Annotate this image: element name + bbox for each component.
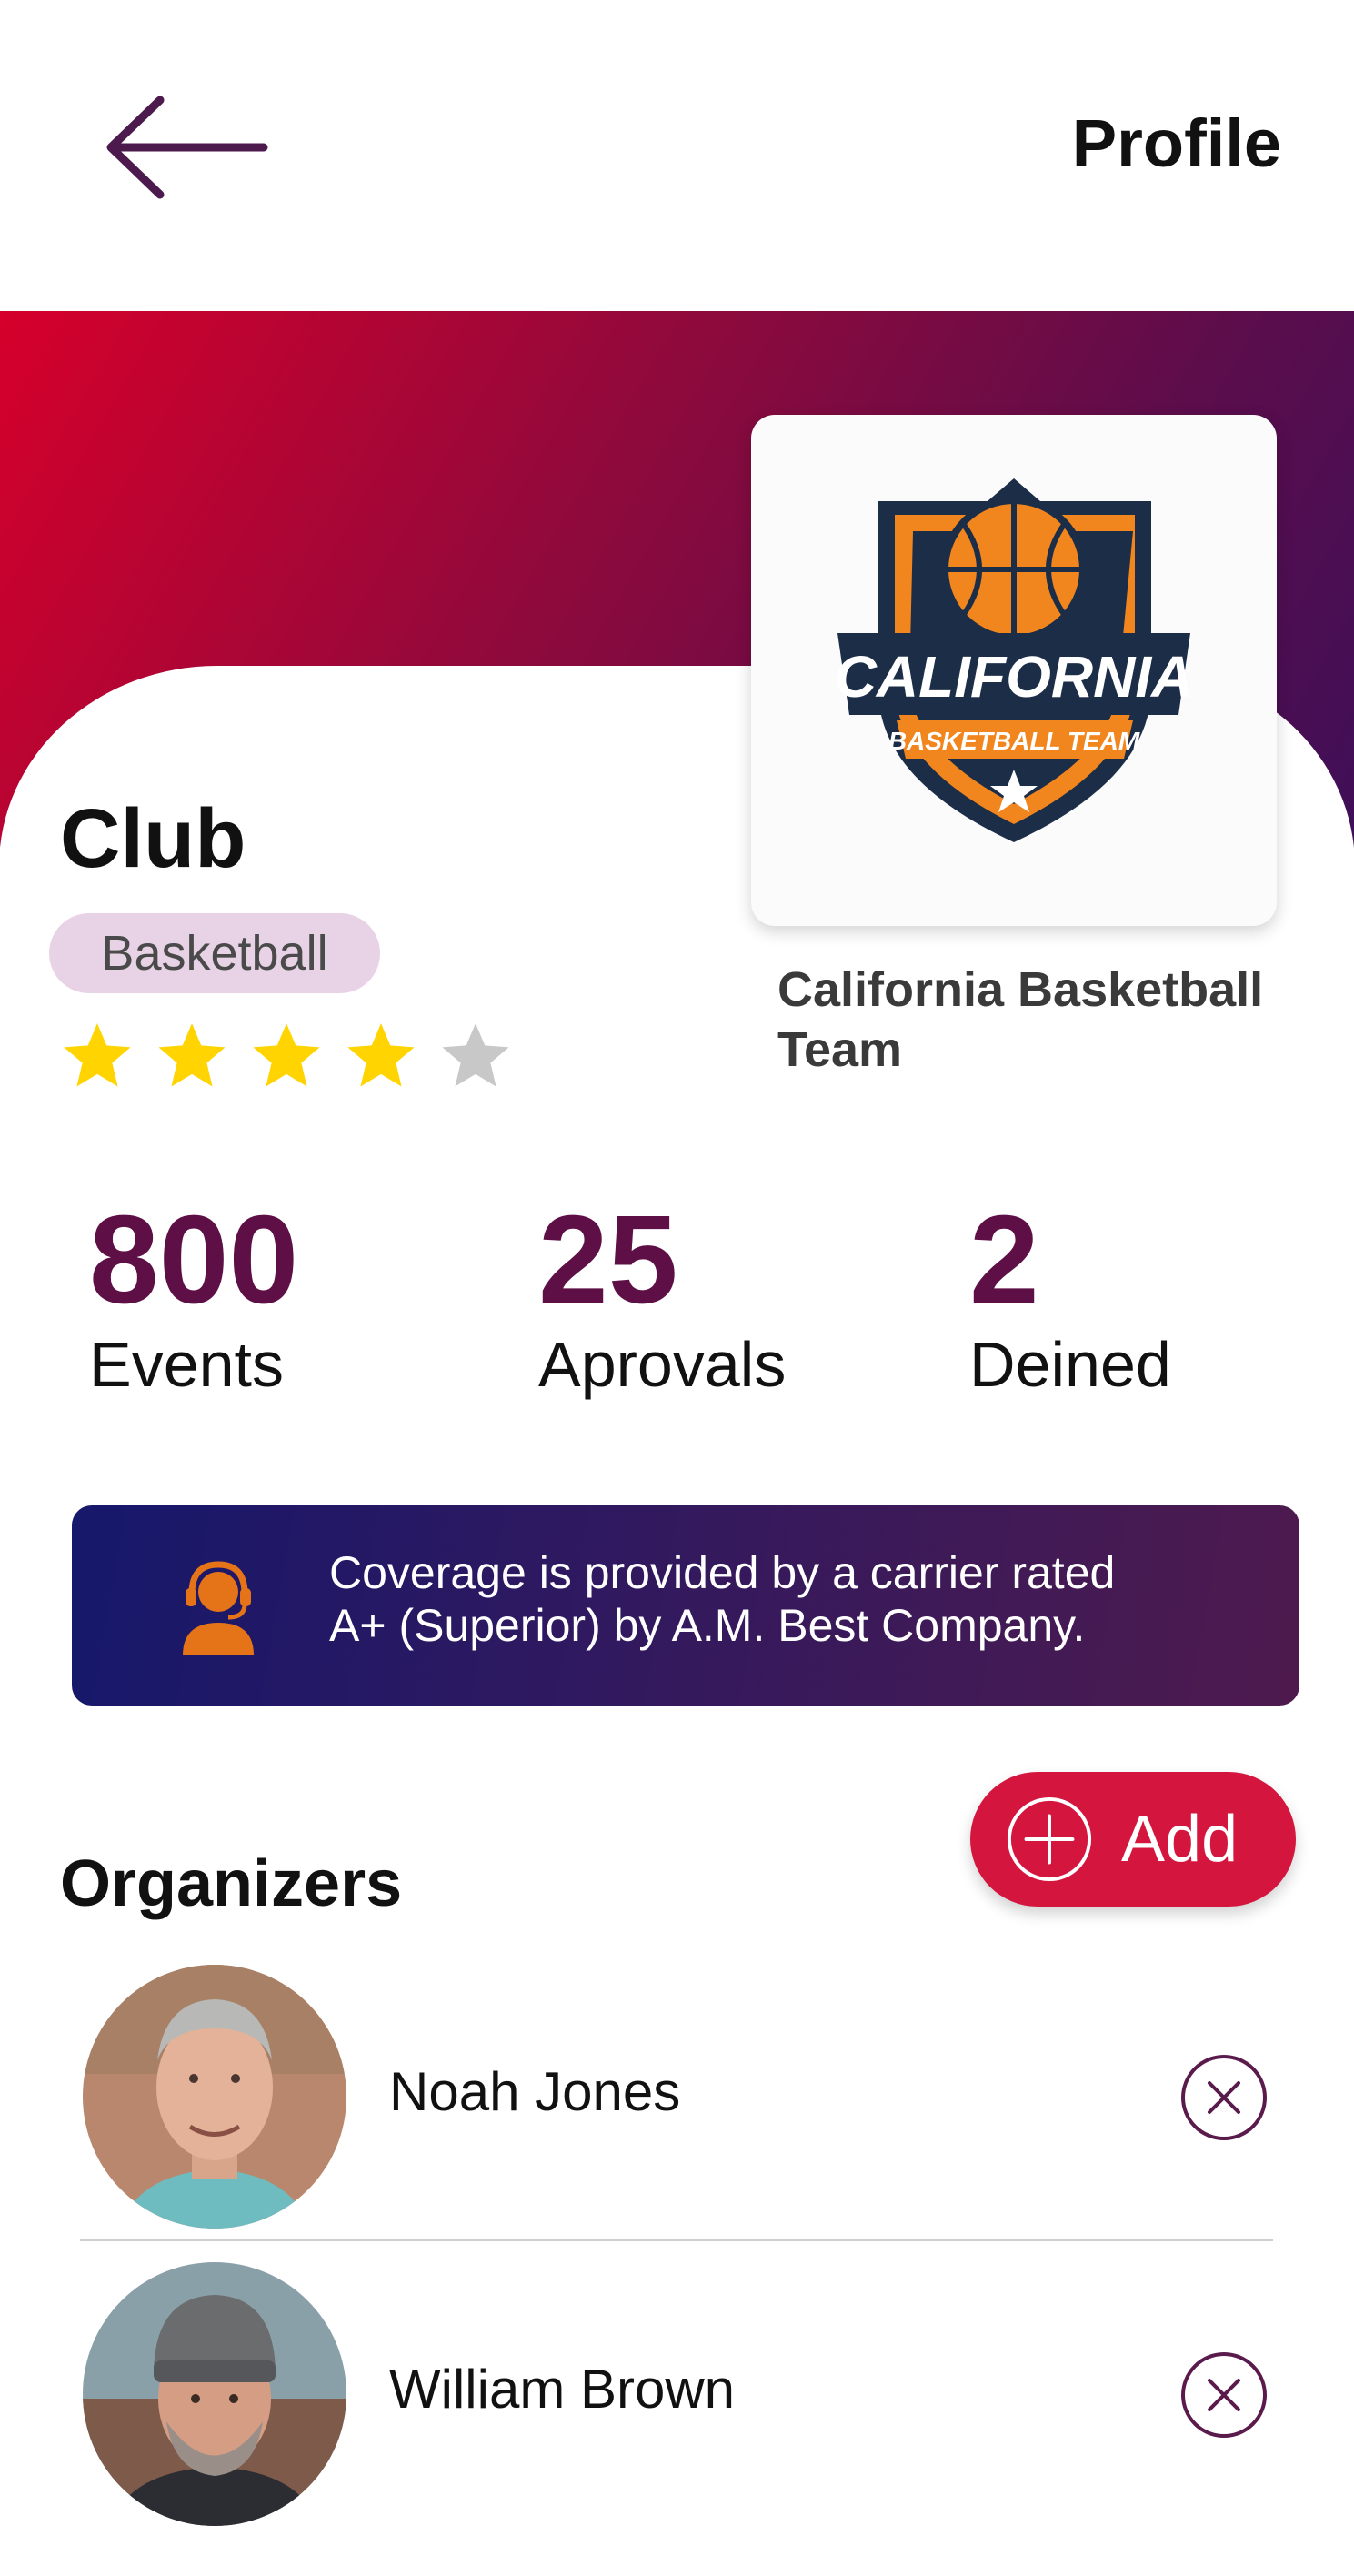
club-heading: Club — [60, 792, 246, 885]
stat-value: 2 — [969, 1190, 1039, 1330]
organizers-heading: Organizers — [60, 1847, 403, 1920]
logo-main-text: CALIFORNIA — [835, 644, 1194, 709]
remove-organizer-button[interactable] — [1180, 2351, 1268, 2439]
divider — [80, 2239, 1273, 2241]
arrow-left-icon — [106, 96, 268, 199]
add-button-label: Add — [1121, 1803, 1239, 1876]
star-filled-icon — [158, 1023, 226, 1087]
organizer-name: William Brown — [389, 2359, 736, 2420]
team-name: California Basketball Team — [777, 962, 1264, 1077]
stat-approvals: 25 Aprovals — [538, 1192, 786, 1401]
remove-organizer-button[interactable] — [1180, 2054, 1268, 2141]
star-filled-icon — [347, 1023, 415, 1087]
plus-circle-icon — [1007, 1796, 1092, 1882]
support-agent-icon — [183, 1561, 254, 1655]
coverage-text-line1: Coverage is provided by a carrier rated — [329, 1547, 1116, 1598]
stat-label: Aprovals — [538, 1329, 787, 1400]
stat-label: Events — [89, 1329, 284, 1400]
back-button[interactable] — [100, 91, 282, 209]
organizer-row: William Brown — [80, 2262, 1273, 2535]
stat-denied: 2 Deined — [969, 1192, 1171, 1401]
organizer-name: Noah Jones — [389, 2061, 681, 2122]
stat-value: 800 — [89, 1190, 299, 1330]
coverage-text: Coverage is provided by a carrier rated … — [329, 1546, 1257, 1652]
stat-events: 800 Events — [89, 1192, 298, 1401]
star-filled-icon — [64, 1023, 131, 1087]
stat-label: Deined — [969, 1329, 1171, 1400]
star-empty-icon — [442, 1023, 509, 1087]
coverage-text-line2: A+ (Superior) by A.M. Best Company. — [329, 1600, 1086, 1651]
add-organizer-button[interactable]: Add — [970, 1772, 1296, 1907]
logo-banner-text: BASKETBALL TEAM — [888, 727, 1140, 755]
rating-stars — [60, 1019, 513, 1095]
page-title: Profile — [1071, 106, 1281, 181]
team-logo: CALIFORNIA BASKETBALL TEAM — [751, 415, 1277, 926]
avatar — [83, 2262, 346, 2526]
avatar — [83, 1965, 346, 2229]
stat-value: 25 — [538, 1190, 678, 1330]
organizer-row: Noah Jones — [80, 1965, 1273, 2238]
star-filled-icon — [253, 1023, 320, 1087]
sport-badge: Basketball — [49, 913, 380, 993]
